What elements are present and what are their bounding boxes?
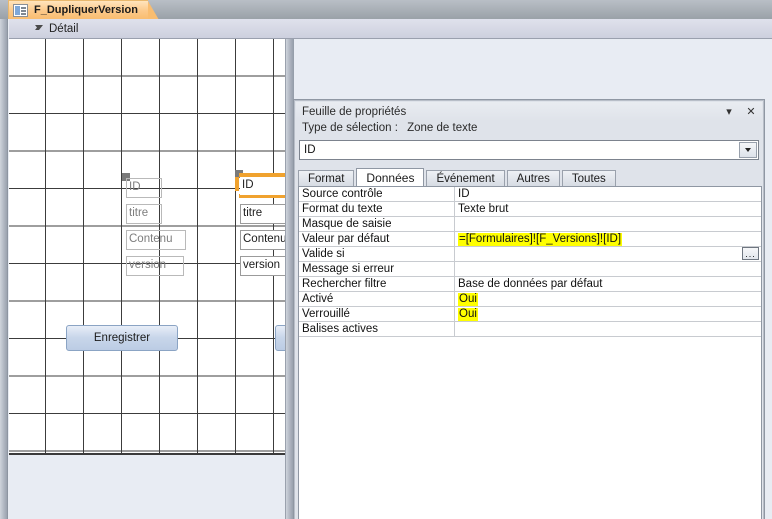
property-name: Format du texte: [299, 202, 455, 216]
property-sheet-title-bar: Feuille de propriétés ▾ ✕: [296, 102, 762, 121]
table-row[interactable]: Rechercher filtre Base de données par dé…: [299, 277, 761, 292]
tab-slant-decoration: [147, 1, 159, 20]
property-value-text: Texte brut: [458, 203, 509, 215]
document-tab-f-dupliquerversion[interactable]: F_DupliquerVersion: [8, 0, 159, 20]
property-name: Balises actives: [299, 322, 455, 336]
property-value[interactable]: ID: [455, 187, 761, 201]
textbox-titre[interactable]: titre: [240, 204, 285, 224]
table-row[interactable]: Balises actives: [299, 322, 761, 337]
table-row[interactable]: Valeur par défaut =[Formulaires]![F_Vers…: [299, 232, 761, 247]
property-value[interactable]: Oui: [455, 307, 761, 321]
table-row[interactable]: Activé Oui: [299, 292, 761, 307]
label-titre[interactable]: titre: [126, 204, 162, 224]
property-value-text-highlighted: =[Formulaires]![F_Versions]![ID]: [458, 232, 623, 246]
table-row[interactable]: Verrouillé Oui: [299, 307, 761, 322]
label-version[interactable]: version: [126, 256, 184, 276]
tab-toutes[interactable]: Toutes: [561, 170, 616, 187]
tab-autres[interactable]: Autres: [506, 170, 560, 187]
property-value-text-highlighted: Oui: [458, 307, 478, 321]
button-secondary[interactable]: [275, 325, 285, 351]
property-value[interactable]: =[Formulaires]![F_Versions]![ID]: [455, 232, 761, 246]
detail-section-header[interactable]: Détail: [9, 19, 772, 39]
property-value[interactable]: [455, 217, 761, 231]
tab-format[interactable]: Format: [298, 170, 355, 187]
access-form-designer-window: F_DupliquerVersion Détail ID titre Conte…: [0, 0, 772, 519]
object-select-combo[interactable]: ID: [299, 140, 759, 160]
document-tab-label: F_DupliquerVersion: [34, 4, 138, 16]
button-enregistrer[interactable]: Enregistrer: [66, 325, 178, 351]
detail-section-label: Détail: [49, 22, 79, 35]
property-name: Masque de saisie: [299, 217, 455, 231]
property-name: Message si erreur: [299, 262, 455, 276]
property-value-text: ID: [458, 188, 470, 200]
form-canvas[interactable]: ID titre Contenu version ID titre Conten…: [9, 39, 285, 455]
property-name: Activé: [299, 292, 455, 306]
property-value[interactable]: Texte brut: [455, 202, 761, 216]
tab-evenement[interactable]: Événement: [426, 170, 505, 187]
section-collapse-icon[interactable]: [35, 25, 43, 30]
property-sheet-title-buttons: ▾ ✕: [722, 104, 758, 118]
property-sheet-panel: Feuille de propriétés ▾ ✕ Type de sélect…: [293, 99, 765, 519]
property-name: Valeur par défaut: [299, 232, 455, 246]
property-value[interactable]: [455, 262, 761, 276]
form-designer-surface: Détail ID titre Contenu version ID titre…: [0, 19, 772, 519]
property-value-text: Base de données par défaut: [458, 278, 603, 290]
property-sheet-tabs: Format Données Événement Autres Toutes: [298, 168, 762, 187]
textbox-contenu[interactable]: Contenu: [240, 230, 285, 250]
textbox-version[interactable]: version: [240, 256, 285, 276]
property-value-text-highlighted: Oui: [458, 292, 478, 306]
form-design-icon: [13, 3, 28, 17]
property-name: Verrouillé: [299, 307, 455, 321]
table-row[interactable]: Masque de saisie: [299, 217, 761, 232]
table-row[interactable]: Message si erreur: [299, 262, 761, 277]
property-value[interactable]: [455, 322, 761, 336]
document-tab-strip: F_DupliquerVersion: [0, 0, 772, 20]
property-grid: Source contrôle ID Format du texte Texte…: [298, 186, 762, 519]
chevron-down-icon[interactable]: ▾: [722, 104, 736, 118]
selection-band-left: [235, 177, 239, 191]
selection-type-line: Type de sélection : Zone de texte: [302, 122, 477, 134]
canvas-empty-area: [9, 455, 285, 519]
label-id[interactable]: ID: [126, 178, 162, 198]
property-name: Rechercher filtre: [299, 277, 455, 291]
expression-builder-button[interactable]: ...: [742, 247, 759, 260]
chevron-down-icon[interactable]: [739, 142, 757, 158]
table-row[interactable]: Valide si ...: [299, 247, 761, 262]
label-contenu[interactable]: Contenu: [126, 230, 186, 250]
designer-left-ruler: [0, 19, 8, 519]
property-name: Valide si: [299, 247, 455, 261]
tab-donnees[interactable]: Données: [356, 168, 425, 187]
property-sheet-title: Feuille de propriétés: [302, 105, 407, 118]
property-value[interactable]: Oui: [455, 292, 761, 306]
object-select-value: ID: [304, 144, 316, 156]
table-row[interactable]: Format du texte Texte brut: [299, 202, 761, 217]
property-name: Source contrôle: [299, 187, 455, 201]
property-value[interactable]: Base de données par défaut: [455, 277, 761, 291]
selection-type-label: Type de sélection :: [302, 122, 398, 134]
close-icon[interactable]: ✕: [744, 104, 758, 118]
table-row[interactable]: Source contrôle ID: [299, 187, 761, 202]
property-value[interactable]: ...: [455, 247, 761, 261]
selection-type-value: Zone de texte: [407, 122, 478, 134]
textbox-id[interactable]: ID: [240, 177, 285, 195]
